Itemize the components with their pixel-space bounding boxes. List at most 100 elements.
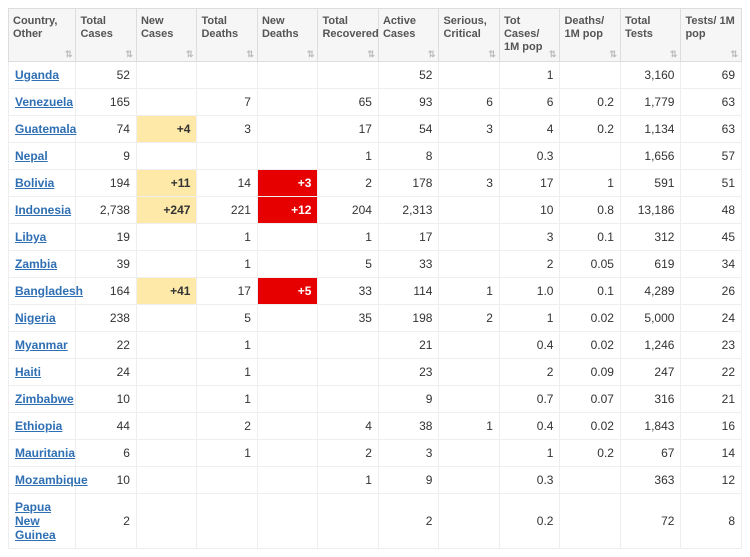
sort-icon[interactable]: ⇅ xyxy=(549,52,557,57)
table-row: Venezuela16576593660.21,77963 xyxy=(9,88,742,115)
table-row: Mozambique10190.336312 xyxy=(9,466,742,493)
cell-cases_1m: 0.4 xyxy=(499,331,560,358)
cell-total_deaths: 1 xyxy=(197,439,258,466)
country-link[interactable]: Uganda xyxy=(9,61,76,88)
cell-serious: 1 xyxy=(439,412,500,439)
cell-total_tests: 1,843 xyxy=(620,412,681,439)
cell-deaths_1m: 1 xyxy=(560,169,621,196)
column-label: New Deaths xyxy=(262,15,299,40)
country-link[interactable]: Venezuela xyxy=(9,88,76,115)
cell-deaths_1m: 0.07 xyxy=(560,385,621,412)
sort-icon[interactable]: ⇅ xyxy=(186,52,194,57)
sort-icon[interactable]: ⇅ xyxy=(367,52,375,57)
sort-icon[interactable]: ⇅ xyxy=(609,52,617,57)
cell-total_tests: 3,160 xyxy=(620,61,681,88)
cell-tests_1m: 51 xyxy=(681,169,742,196)
country-link[interactable]: Mozambique xyxy=(9,466,76,493)
country-link[interactable]: Myanmar xyxy=(9,331,76,358)
cell-new_cases xyxy=(136,439,197,466)
cell-total_tests: 247 xyxy=(620,358,681,385)
cell-new_deaths xyxy=(257,466,318,493)
table-row: Nepal9180.31,65657 xyxy=(9,142,742,169)
cell-cases_1m: 0.4 xyxy=(499,412,560,439)
cell-new_deaths xyxy=(257,493,318,548)
cell-total_deaths: 14 xyxy=(197,169,258,196)
cell-total_deaths xyxy=(197,142,258,169)
column-header[interactable]: Total Recovered⇅ xyxy=(318,9,379,62)
cell-total_tests: 316 xyxy=(620,385,681,412)
column-header[interactable]: New Cases⇅ xyxy=(136,9,197,62)
country-link[interactable]: Ethiopia xyxy=(9,412,76,439)
cell-total_cases: 194 xyxy=(76,169,137,196)
column-header[interactable]: Total Tests ⇅ xyxy=(620,9,681,62)
sort-icon[interactable]: ⇅ xyxy=(246,52,254,57)
column-label: Country, Other xyxy=(13,15,57,40)
column-label: Total Tests xyxy=(625,15,653,40)
column-header[interactable]: Serious, Critical⇅ xyxy=(439,9,500,62)
column-header[interactable]: Tests/ 1M pop⇅ xyxy=(681,9,742,62)
country-link[interactable]: Haiti xyxy=(9,358,76,385)
cell-total_recovered: 1 xyxy=(318,142,379,169)
cell-total_cases: 19 xyxy=(76,223,137,250)
cell-tests_1m: 12 xyxy=(681,466,742,493)
cell-new_deaths xyxy=(257,88,318,115)
country-link[interactable]: Bangladesh xyxy=(9,277,76,304)
country-link[interactable]: Papua New Guinea xyxy=(9,493,76,548)
table-row: Guatemala74+431754340.21,13463 xyxy=(9,115,742,142)
cell-total_deaths xyxy=(197,466,258,493)
cell-total_deaths: 1 xyxy=(197,385,258,412)
cell-total_cases: 52 xyxy=(76,61,137,88)
cell-active_cases: 9 xyxy=(378,466,439,493)
sort-icon[interactable]: ⇅ xyxy=(670,52,678,57)
cell-cases_1m: 1 xyxy=(499,304,560,331)
cell-cases_1m: 3 xyxy=(499,223,560,250)
country-link[interactable]: Libya xyxy=(9,223,76,250)
country-link[interactable]: Nigeria xyxy=(9,304,76,331)
column-label: Active Cases xyxy=(383,15,416,40)
country-link[interactable]: Nepal xyxy=(9,142,76,169)
table-row: Uganda525213,16069 xyxy=(9,61,742,88)
cell-tests_1m: 8 xyxy=(681,493,742,548)
column-header[interactable]: Deaths/ 1M pop⇅ xyxy=(560,9,621,62)
cell-total_tests: 13,186 xyxy=(620,196,681,223)
cell-deaths_1m: 0.8 xyxy=(560,196,621,223)
cell-tests_1m: 45 xyxy=(681,223,742,250)
column-header[interactable]: Active Cases ⇅ xyxy=(378,9,439,62)
column-header[interactable]: Total Deaths⇅ xyxy=(197,9,258,62)
cell-new_cases xyxy=(136,493,197,548)
country-link[interactable]: Zambia xyxy=(9,250,76,277)
cell-deaths_1m: 0.1 xyxy=(560,223,621,250)
column-header[interactable]: Tot Cases/ 1M pop⇅ xyxy=(499,9,560,62)
table-body: Uganda525213,16069Venezuela16576593660.2… xyxy=(9,61,742,548)
cell-deaths_1m xyxy=(560,466,621,493)
country-link[interactable]: Mauritania xyxy=(9,439,76,466)
cell-tests_1m: 21 xyxy=(681,385,742,412)
country-link[interactable]: Zimbabwe xyxy=(9,385,76,412)
country-link[interactable]: Indonesia xyxy=(9,196,76,223)
cell-total_cases: 39 xyxy=(76,250,137,277)
cell-deaths_1m: 0.02 xyxy=(560,331,621,358)
column-header[interactable]: Country, Other ⇅ xyxy=(9,9,76,62)
sort-icon[interactable]: ⇅ xyxy=(65,52,73,57)
cell-total_recovered: 17 xyxy=(318,115,379,142)
cell-active_cases: 23 xyxy=(378,358,439,385)
sort-icon[interactable]: ⇅ xyxy=(307,52,315,57)
sort-icon[interactable]: ⇅ xyxy=(125,52,133,57)
country-link[interactable]: Guatemala xyxy=(9,115,76,142)
cell-serious: 1 xyxy=(439,277,500,304)
sort-icon[interactable]: ⇅ xyxy=(730,52,738,57)
country-link[interactable]: Bolivia xyxy=(9,169,76,196)
cell-new_cases xyxy=(136,385,197,412)
cell-new_cases xyxy=(136,304,197,331)
cell-deaths_1m: 0.09 xyxy=(560,358,621,385)
cell-new_deaths xyxy=(257,331,318,358)
column-header[interactable]: Total Cases⇅ xyxy=(76,9,137,62)
cell-total_cases: 10 xyxy=(76,385,137,412)
column-header[interactable]: New Deaths ⇅ xyxy=(257,9,318,62)
sort-icon[interactable]: ⇅ xyxy=(488,52,496,57)
cell-cases_1m: 6 xyxy=(499,88,560,115)
sort-icon[interactable]: ⇅ xyxy=(428,52,436,57)
cell-serious: 2 xyxy=(439,304,500,331)
cell-new_deaths xyxy=(257,385,318,412)
cell-serious xyxy=(439,196,500,223)
